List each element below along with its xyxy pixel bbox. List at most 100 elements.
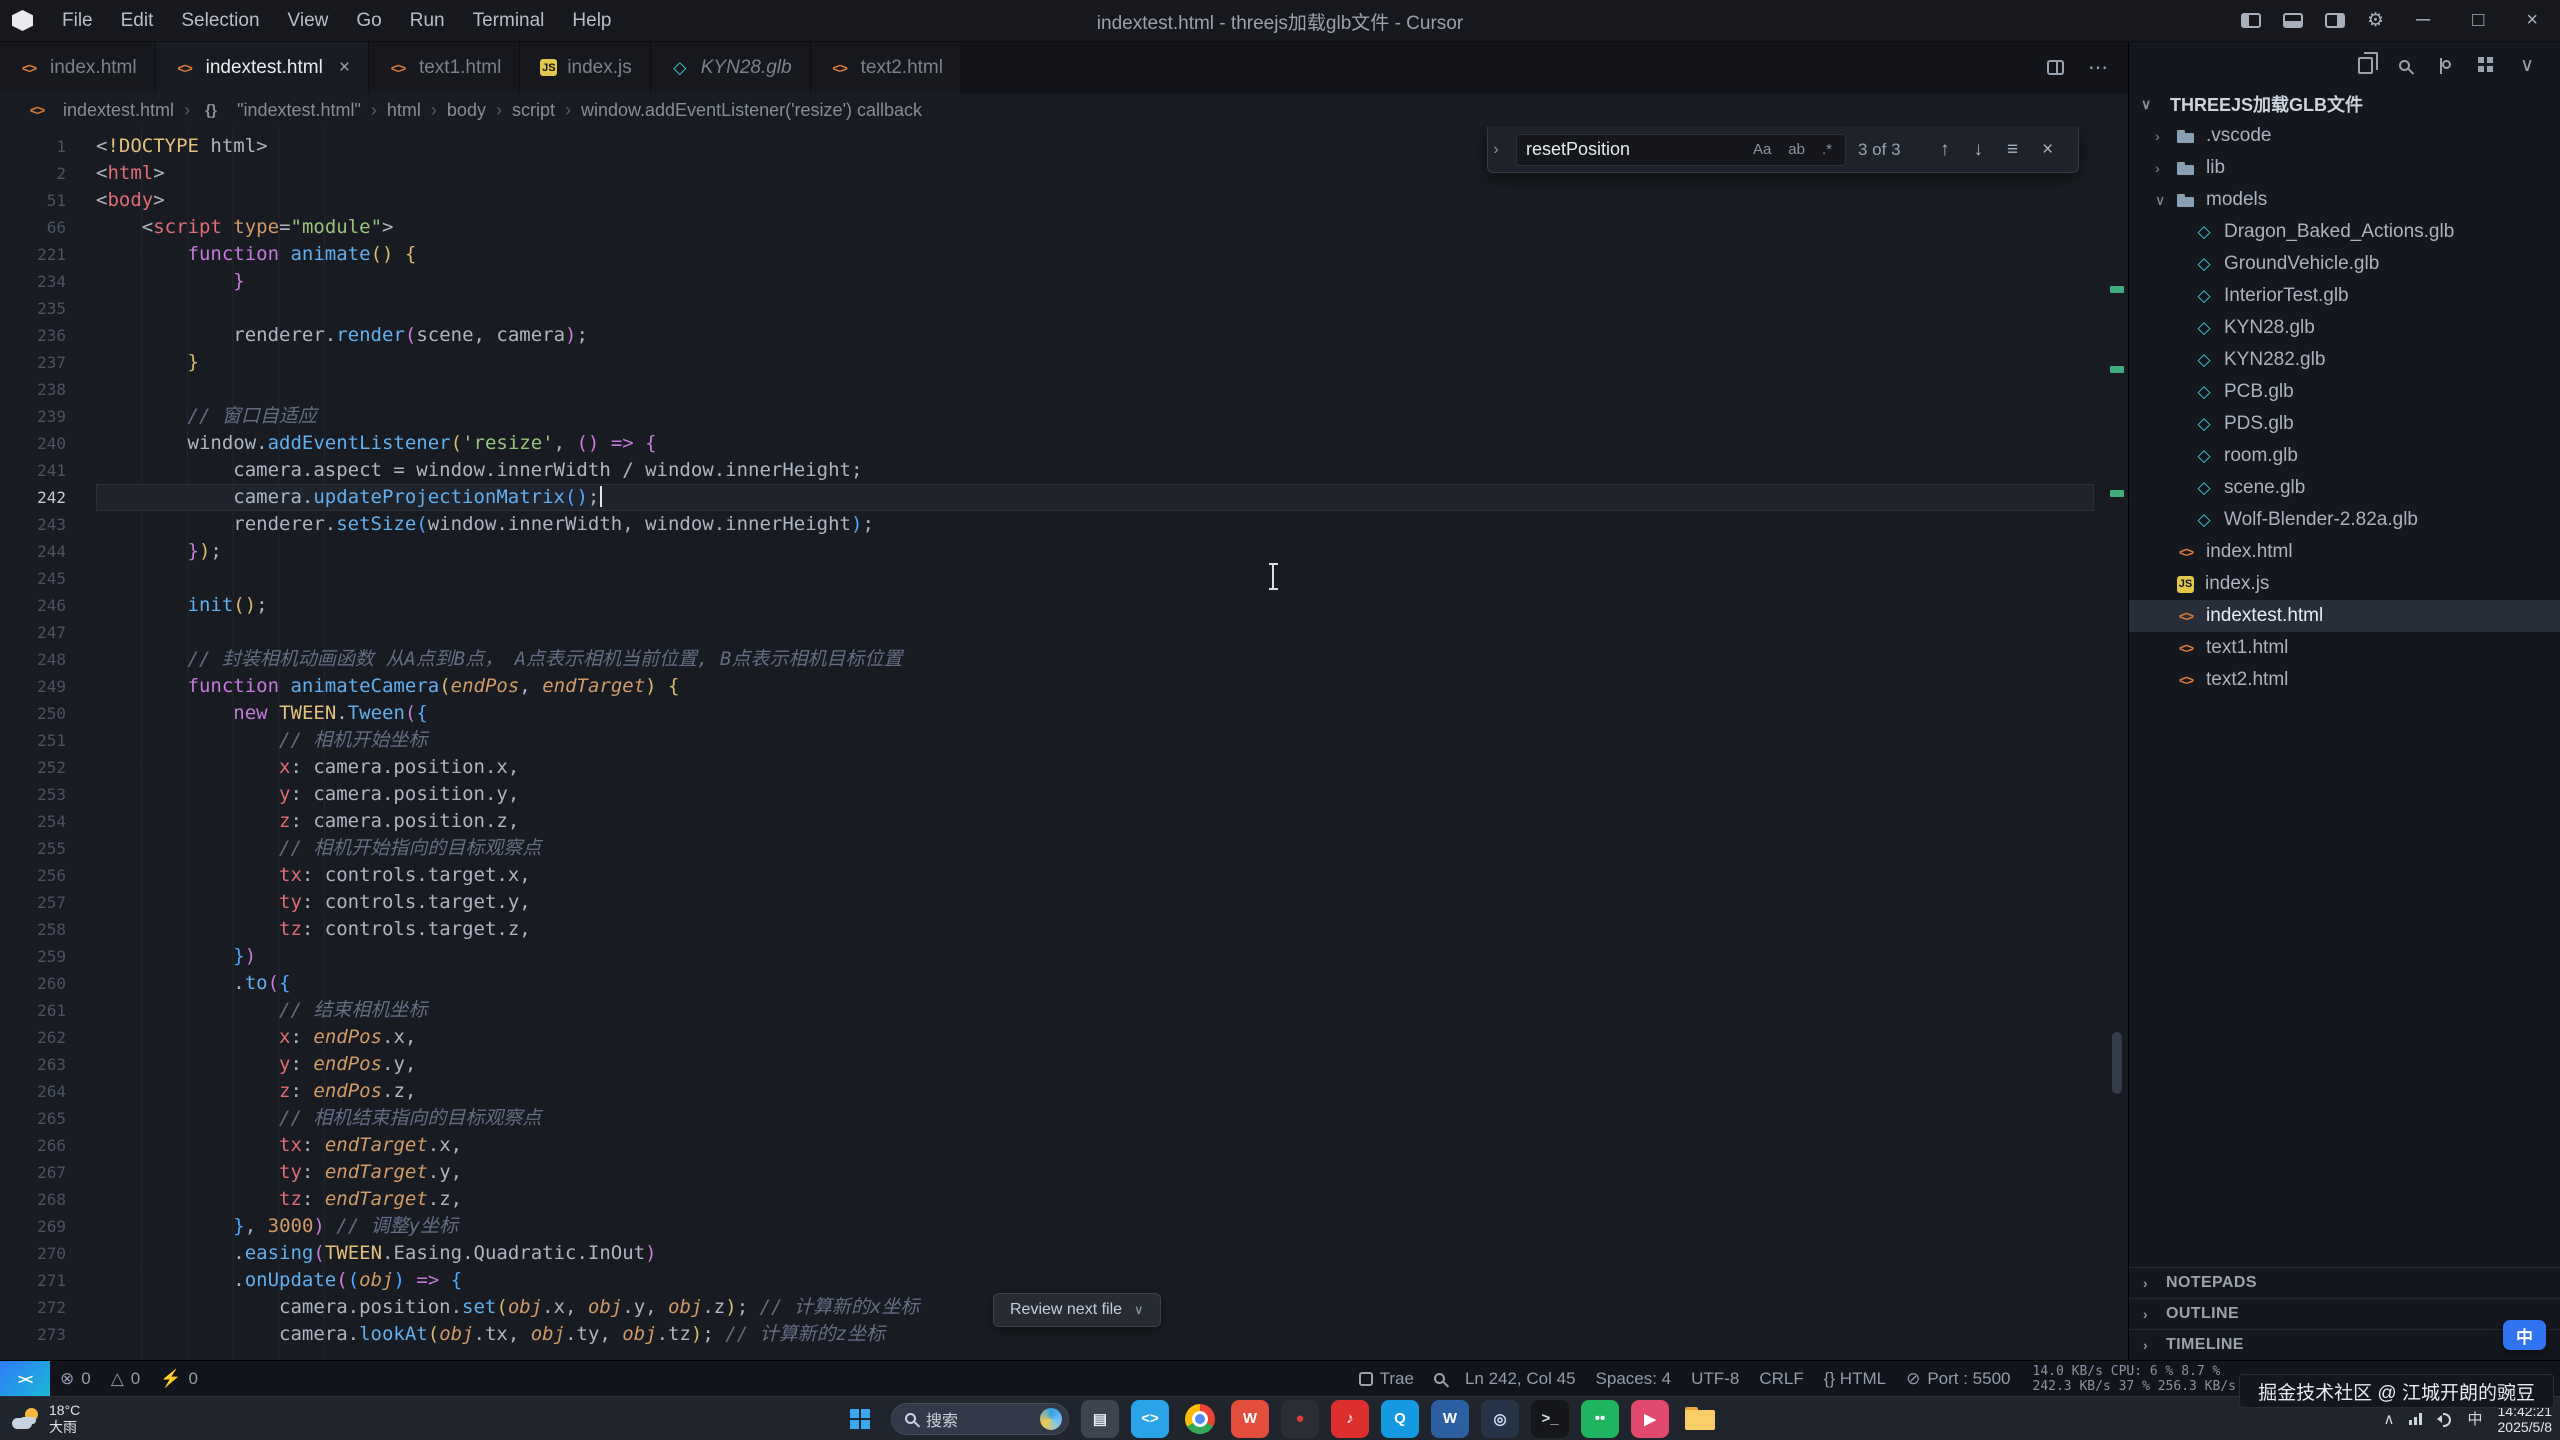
find-previous-icon[interactable]: ↑: [1934, 137, 1956, 163]
remote-indicator[interactable]: ><: [0, 1361, 50, 1397]
status-zoom[interactable]: [1424, 1361, 1455, 1396]
line-number[interactable]: 253: [0, 781, 66, 808]
taskbar-app-qq-music[interactable]: ●: [1281, 1400, 1319, 1438]
code-line-255[interactable]: 255 // 相机开始指向的目标观察点: [0, 835, 2128, 862]
taskbar-app-explorer[interactable]: [1681, 1400, 1719, 1438]
status-ports[interactable]: ⚡0: [150, 1361, 208, 1396]
line-number[interactable]: 241: [0, 457, 66, 484]
tree-item-PDS.glb[interactable]: ◇PDS.glb: [2129, 408, 2560, 440]
line-number[interactable]: 259: [0, 943, 66, 970]
line-number[interactable]: 244: [0, 538, 66, 565]
breadcrumb-item[interactable]: <>indextest.html: [26, 99, 174, 121]
whole-word-icon[interactable]: ab: [1784, 140, 1809, 159]
files-icon[interactable]: [2358, 57, 2373, 74]
tree-item-KYN28.glb[interactable]: ◇KYN28.glb: [2129, 312, 2560, 344]
code-line-250[interactable]: 250 new TWEEN.Tween({: [0, 700, 2128, 727]
line-number[interactable]: 245: [0, 565, 66, 592]
taskbar-search-box[interactable]: 搜索: [891, 1403, 1069, 1435]
toggle-replace-icon[interactable]: ›: [1488, 127, 1504, 172]
line-number[interactable]: 266: [0, 1132, 66, 1159]
status-trae[interactable]: Trae: [1349, 1361, 1424, 1396]
code-line-237[interactable]: 237 }: [0, 349, 2128, 376]
line-number[interactable]: 248: [0, 646, 66, 673]
split-editor-icon[interactable]: [2047, 60, 2064, 75]
taskbar-app-terminal[interactable]: >_: [1531, 1400, 1569, 1438]
tray-ime-indicator[interactable]: 中: [2467, 1408, 2482, 1429]
line-number[interactable]: 271: [0, 1267, 66, 1294]
line-number[interactable]: 252: [0, 754, 66, 781]
breadcrumb-item[interactable]: html: [387, 100, 421, 121]
code-line-244[interactable]: 244 });: [0, 538, 2128, 565]
code-line-234[interactable]: 234 }: [0, 268, 2128, 295]
tab-indextest.html[interactable]: <>indextest.html×: [156, 42, 369, 93]
code-line-253[interactable]: 253 y: camera.position.y,: [0, 781, 2128, 808]
tree-item-index.js[interactable]: JSindex.js: [2129, 568, 2560, 600]
line-number[interactable]: 66: [0, 214, 66, 241]
tree-item-room.glb[interactable]: ◇room.glb: [2129, 440, 2560, 472]
line-number[interactable]: 267: [0, 1159, 66, 1186]
code-line-268[interactable]: 268 tz: endTarget.z,: [0, 1186, 2128, 1213]
line-number[interactable]: 236: [0, 322, 66, 349]
status-errors[interactable]: ⊗0: [50, 1361, 101, 1396]
section-outline[interactable]: ›OUTLINE: [2129, 1298, 2560, 1329]
extensions-icon[interactable]: [2478, 57, 2494, 73]
find-input[interactable]: resetPosition Aa ab .*: [1516, 134, 1846, 166]
explorer-root-folder[interactable]: ∨ THREEJS加载GLB文件: [2129, 88, 2560, 120]
tree-item-models[interactable]: ∨models: [2129, 184, 2560, 216]
line-number[interactable]: 258: [0, 916, 66, 943]
code-line-246[interactable]: 246 init();: [0, 592, 2128, 619]
status-encoding[interactable]: UTF-8: [1681, 1361, 1749, 1396]
volume-icon[interactable]: [2437, 1412, 2452, 1425]
line-number[interactable]: 239: [0, 403, 66, 430]
code-line-254[interactable]: 254 z: camera.position.z,: [0, 808, 2128, 835]
review-next-file-button[interactable]: Review next file ∨: [993, 1293, 1161, 1327]
taskbar-app-word[interactable]: W: [1431, 1400, 1469, 1438]
find-in-selection-icon[interactable]: ≡: [2001, 137, 2024, 163]
regex-icon[interactable]: .*: [1818, 140, 1836, 159]
code-line-247[interactable]: 247: [0, 619, 2128, 646]
line-number[interactable]: 51: [0, 187, 66, 214]
toggle-bottom-panel-icon[interactable]: [2283, 13, 2303, 28]
code-line-266[interactable]: 266 tx: endTarget.x,: [0, 1132, 2128, 1159]
code-line-238[interactable]: 238: [0, 376, 2128, 403]
source-control-icon[interactable]: [2436, 56, 2452, 74]
code-line-271[interactable]: 271 .onUpdate((obj) => {: [0, 1267, 2128, 1294]
close-window-button[interactable]: ×: [2516, 9, 2548, 32]
tab-KYN28.glb[interactable]: ◇KYN28.glb: [651, 42, 811, 93]
line-number[interactable]: 256: [0, 862, 66, 889]
taskbar-app-netease-music[interactable]: ♪: [1331, 1400, 1369, 1438]
tree-item-indextest.html[interactable]: <>indextest.html: [2129, 600, 2560, 632]
tree-item-scene.glb[interactable]: ◇scene.glb: [2129, 472, 2560, 504]
close-tab-icon[interactable]: ×: [339, 57, 350, 79]
code-line-265[interactable]: 265 // 相机结束指向的目标观察点: [0, 1105, 2128, 1132]
menu-go[interactable]: Go: [343, 6, 394, 36]
code-line-51[interactable]: 51<body>: [0, 187, 2128, 214]
line-number[interactable]: 270: [0, 1240, 66, 1267]
menu-edit[interactable]: Edit: [108, 6, 167, 36]
maximize-button[interactable]: □: [2462, 9, 2494, 32]
code-line-248[interactable]: 248 // 封装相机动画函数 从A点到B点， A点表示相机当前位置, B点表示…: [0, 646, 2128, 673]
line-number[interactable]: 237: [0, 349, 66, 376]
match-case-icon[interactable]: Aa: [1749, 140, 1775, 159]
code-line-267[interactable]: 267 ty: endTarget.y,: [0, 1159, 2128, 1186]
search-icon[interactable]: [2399, 60, 2410, 71]
line-number[interactable]: 262: [0, 1024, 66, 1051]
breadcrumb-item[interactable]: body: [447, 100, 486, 121]
taskbar-app-chrome[interactable]: [1181, 1400, 1219, 1438]
line-number[interactable]: 247: [0, 619, 66, 646]
code-line-239[interactable]: 239 // 窗口自适应: [0, 403, 2128, 430]
code-line-251[interactable]: 251 // 相机开始坐标: [0, 727, 2128, 754]
taskbar-app-player[interactable]: ▶: [1631, 1400, 1669, 1438]
code-line-236[interactable]: 236 renderer.render(scene, camera);: [0, 322, 2128, 349]
tree-item-InteriorTest.glb[interactable]: ◇InteriorTest.glb: [2129, 280, 2560, 312]
status-warnings[interactable]: △0: [101, 1361, 151, 1396]
breadcrumb-item[interactable]: window.addEventListener('resize') callba…: [581, 100, 922, 121]
code-line-263[interactable]: 263 y: endPos.y,: [0, 1051, 2128, 1078]
line-number[interactable]: 221: [0, 241, 66, 268]
line-number[interactable]: 243: [0, 511, 66, 538]
section-timeline[interactable]: ›TIMELINE: [2129, 1329, 2560, 1360]
breadcrumb-item[interactable]: script: [512, 100, 555, 121]
line-number[interactable]: 265: [0, 1105, 66, 1132]
status-language-mode[interactable]: {} HTML: [1814, 1361, 1896, 1396]
menu-terminal[interactable]: Terminal: [460, 6, 558, 36]
